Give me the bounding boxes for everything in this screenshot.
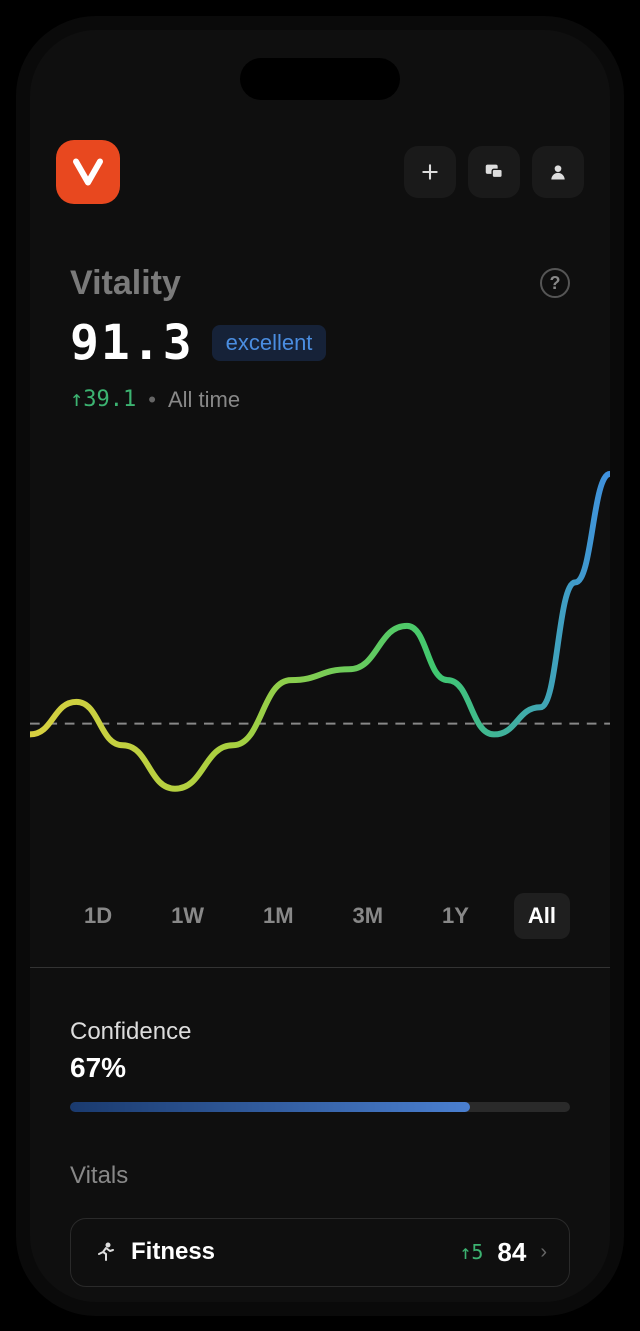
range-1m[interactable]: 1M — [249, 893, 308, 939]
vitality-chart[interactable] — [30, 463, 610, 843]
running-icon — [93, 1240, 117, 1264]
chart-line — [30, 473, 610, 788]
delta-row: ↑39.1 • All time — [30, 387, 610, 413]
top-bar — [30, 140, 610, 204]
range-1d[interactable]: 1D — [70, 893, 126, 939]
time-range-selector: 1D 1W 1M 3M 1Y All — [30, 893, 610, 939]
confidence-value: 67% — [70, 1052, 570, 1084]
range-all[interactable]: All — [514, 893, 570, 939]
plus-icon — [420, 162, 440, 182]
question-icon: ? — [550, 273, 561, 294]
vitals-section: Vitals Fitness ↑5 84 › — [30, 1112, 610, 1287]
rating-badge: excellent — [212, 325, 327, 361]
chevron-right-icon: › — [540, 1241, 547, 1264]
range-1w[interactable]: 1W — [157, 893, 218, 939]
period-label: All time — [168, 387, 240, 413]
range-3m[interactable]: 3M — [339, 893, 398, 939]
score-delta: ↑39.1 — [70, 387, 136, 412]
help-button[interactable]: ? — [540, 268, 570, 298]
separator-dot: • — [148, 387, 156, 413]
v-logo-icon — [70, 154, 106, 190]
line-chart-svg — [30, 463, 610, 843]
page-title: Vitality — [70, 264, 540, 303]
profile-button[interactable] — [532, 146, 584, 198]
vital-name: Fitness — [131, 1238, 445, 1266]
app-screen: Vitality ? 91.3 excellent ↑39.1 • All ti… — [30, 30, 610, 1302]
user-icon — [548, 162, 568, 182]
range-1y[interactable]: 1Y — [428, 893, 483, 939]
confidence-fill — [70, 1102, 470, 1112]
score-row: 91.3 excellent — [30, 315, 610, 371]
phone-frame: Vitality ? 91.3 excellent ↑39.1 • All ti… — [16, 16, 624, 1316]
title-row: Vitality ? — [30, 264, 610, 303]
phone-notch — [240, 58, 400, 100]
vital-delta: ↑5 — [459, 1240, 483, 1264]
confidence-bar — [70, 1102, 570, 1112]
vitals-title: Vitals — [70, 1162, 570, 1190]
vital-score: 84 — [497, 1237, 526, 1268]
vitality-score: 91.3 — [70, 315, 194, 371]
confidence-label: Confidence — [70, 1018, 570, 1046]
chat-button[interactable] — [468, 146, 520, 198]
vital-card-fitness[interactable]: Fitness ↑5 84 › — [70, 1218, 570, 1287]
add-button[interactable] — [404, 146, 456, 198]
chat-icon — [483, 161, 505, 183]
confidence-section: Confidence 67% — [30, 968, 610, 1112]
app-logo[interactable] — [56, 140, 120, 204]
